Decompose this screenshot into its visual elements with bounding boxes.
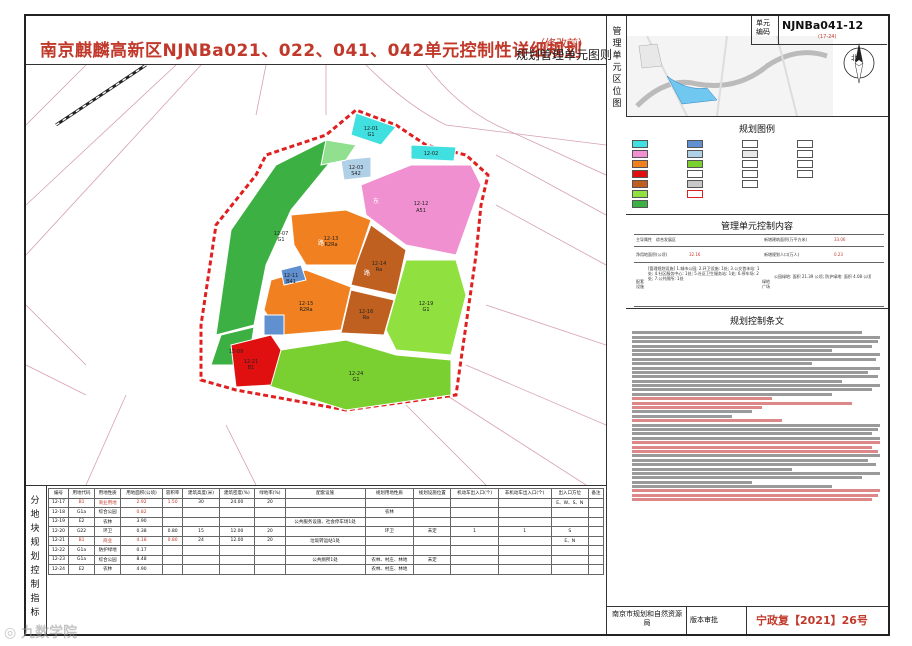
legend-title: 规划图例 — [738, 125, 775, 135]
watermark-icon: ◎ — [4, 625, 17, 641]
watermark-text: ◎ 九数学院 — [4, 625, 78, 641]
svg-text:B1: B1 — [248, 365, 255, 371]
table-row: 12-20 G22 环卫 0.38 0.80 15 12.00 20 环卫 未定 1 1S — [48, 526, 605, 537]
sub-plot-label: 分地块规划控制指标 — [30, 496, 40, 618]
svg-text:S42: S42 — [351, 171, 361, 177]
agency-name: 南京市规划和自然资源局 — [612, 610, 682, 627]
table-row: 12-17 B1 商业用地 2.92 1.50 30 24.00 20 E、W、S、N — [48, 497, 605, 508]
table-row: 12-21 B1 商业 4.18 0.80 24 12.00 20 垃圾转运站1处 E、N — [48, 535, 605, 546]
parcel-12-20[interactable] — [263, 314, 285, 336]
svg-text:Ra: Ra — [376, 267, 382, 273]
svg-text:北: 北 — [851, 54, 858, 62]
svg-text:路: 路 — [364, 269, 370, 277]
table-row: 12-23 G1a 综合公园 8.48 公共厕所1处 农林、村庄、林地 未定 — [48, 554, 605, 565]
land-use-map[interactable]: 东路路 12-01 G1 12-02 12-03 S42 12-07 G1 12… — [26, 65, 606, 485]
table-header-row: 编号 用地代码 用地性质 用地面积(公顷) 容积率 建筑高度(米) 建筑密度(%) 绿地率… — [48, 488, 605, 499]
north-arrow-icon: 北 — [843, 43, 875, 84]
svg-text:G1: G1 — [367, 132, 374, 138]
location-map — [627, 36, 833, 116]
label-12-02: 12-02 — [424, 151, 439, 157]
approval-label: 版本审批 — [690, 616, 718, 624]
svg-text:R2Ra: R2Ra — [299, 307, 312, 313]
svg-text:B41: B41 — [286, 279, 296, 285]
approval-number: 宁政复【2021】26号 — [756, 614, 868, 627]
unit-code-label: 单元编码 — [756, 19, 770, 36]
svg-text:A51: A51 — [416, 208, 426, 214]
rules-title: 规划控制条文 — [729, 317, 784, 327]
svg-text:G1: G1 — [277, 237, 284, 243]
legend — [632, 140, 882, 214]
table-row: 12-22 G1a 防护绿地 0.17 — [48, 545, 605, 556]
table-row: 12-18 G1a 综合公园 0.82 农林 — [48, 507, 605, 518]
unit-code-value: NJNBa041-12 — [782, 19, 864, 32]
sub-plot-table: 编号 用地代码 用地性质 用地面积(公顷) 容积率 建筑高度(米) 建筑密度(%) 绿地率… — [48, 488, 605, 575]
svg-text:G1: G1 — [422, 307, 429, 313]
sheet-subtitle: 规划管理单元图则 — [516, 48, 613, 62]
unit-code-box: 单元编码 NJNBa041-12 (17-24) — [751, 16, 887, 45]
rules-text-block — [632, 330, 882, 600]
table-row: 12-24 E2 农林 4.90 农林、村庄、林地 — [48, 564, 605, 575]
svg-text:G1: G1 — [352, 377, 359, 383]
unit-code-sub: (17-24) — [818, 34, 837, 40]
svg-text:Ra: Ra — [363, 315, 369, 321]
control-title: 管理单元控制内容 — [720, 222, 793, 232]
svg-text:东: 东 — [373, 197, 379, 205]
svg-text:R2Ra: R2Ra — [324, 242, 337, 248]
table-row: 12-19 E2 农林 3.90 公共服务设施、社会停车场1处 — [48, 516, 605, 527]
label-12-12: 12-12 — [414, 201, 429, 207]
sheet-title: 南京麒麟高新区NJNBa021、022、041、042单元控制性详细规划 — [40, 41, 583, 61]
unit-location-label: 管理单元区位图 — [612, 27, 622, 109]
label-12-09: 12-09 — [229, 349, 244, 355]
plan-sheet: 南京麒麟高新区NJNBa021、022、041、042单元控制性详细规划 （修改… — [24, 14, 890, 636]
